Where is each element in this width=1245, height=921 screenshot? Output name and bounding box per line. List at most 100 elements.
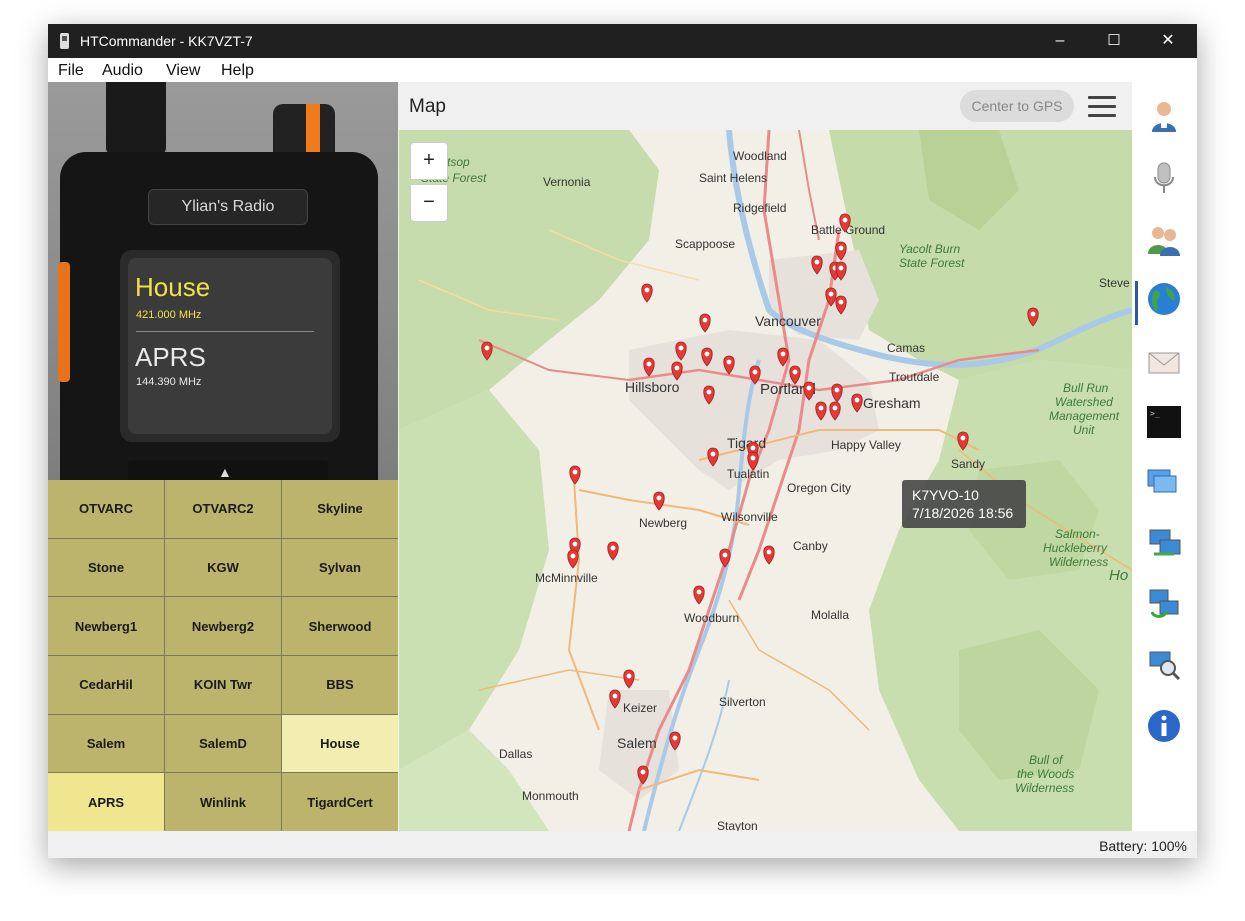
- map-panel: Map Center to GPS Woodland Saint Helens …: [399, 82, 1132, 831]
- maximize-button[interactable]: ☐: [1091, 24, 1137, 58]
- knob-accent: [306, 104, 320, 156]
- channel-button[interactable]: Sherwood: [282, 597, 398, 655]
- station-marker-dot: [766, 549, 772, 555]
- network-search-icon[interactable]: [1146, 646, 1182, 682]
- place-label: Ridgefield: [733, 201, 786, 215]
- channel-button[interactable]: Stone: [48, 538, 164, 597]
- place-label: Hillsboro: [625, 379, 680, 395]
- menu-file[interactable]: File: [58, 62, 84, 80]
- zoom-out-button[interactable]: −: [410, 184, 448, 222]
- channel-button[interactable]: BBS: [282, 656, 398, 714]
- channel-button[interactable]: Newberg2: [165, 597, 281, 655]
- window-title: HTCommander - KK7VZT-7: [80, 33, 253, 49]
- place-label: Wilsonville: [721, 510, 778, 524]
- station-marker-dot: [626, 673, 632, 679]
- place-label: Tualatin: [727, 467, 769, 481]
- area-label: Huckleberry: [1043, 541, 1108, 555]
- zoom-in-button[interactable]: +: [410, 142, 448, 180]
- place-label: McMinnville: [535, 571, 598, 585]
- selected-indicator: [1135, 281, 1138, 325]
- up-arrow-icon[interactable]: ▲: [218, 464, 232, 480]
- center-gps-button[interactable]: Center to GPS: [960, 90, 1074, 122]
- channel-a-frequency: 421.000 MHz: [136, 309, 202, 321]
- ptt-button[interactable]: [58, 262, 70, 382]
- users-icon[interactable]: [1146, 222, 1182, 258]
- channel-button-selected-b[interactable]: APRS: [48, 773, 164, 831]
- station-marker-dot: [828, 291, 834, 297]
- menu-bar: File Audio View Help: [48, 58, 1197, 82]
- station-marker-dot: [704, 351, 710, 357]
- station-marker-dot: [792, 369, 798, 375]
- place-label: Tigard: [727, 435, 766, 451]
- terminal-icon[interactable]: >_: [1146, 404, 1182, 440]
- channel-button[interactable]: Winlink: [165, 773, 281, 831]
- station-marker-dot: [572, 469, 578, 475]
- station-marker-dot: [838, 299, 844, 305]
- station-marker-dot: [750, 455, 756, 461]
- network-sync-icon[interactable]: [1146, 584, 1182, 620]
- minimize-button[interactable]: –: [1037, 24, 1083, 58]
- menu-audio[interactable]: Audio: [102, 62, 143, 80]
- station-marker-dot: [610, 545, 616, 551]
- station-marker-dot: [570, 553, 576, 559]
- lcd-divider: [136, 331, 314, 332]
- radio-knob[interactable]: [273, 104, 335, 156]
- channel-button[interactable]: Salem: [48, 714, 164, 773]
- station-tooltip: K7YVO-10 7/18/2026 18:56: [902, 480, 1026, 528]
- station-marker-dot: [646, 361, 652, 367]
- place-label: Molalla: [811, 608, 849, 622]
- channel-b-frequency: 144.390 MHz: [136, 376, 202, 388]
- close-button[interactable]: ✕: [1145, 24, 1191, 58]
- place-label: Vernonia: [543, 175, 591, 189]
- station-marker-dot: [960, 435, 966, 441]
- globe-icon[interactable]: [1146, 281, 1182, 317]
- radio-name-plate: Ylian's Radio: [148, 189, 308, 225]
- place-label: Saint Helens: [699, 171, 767, 185]
- channel-button[interactable]: KOIN Twr: [165, 656, 281, 714]
- channel-button[interactable]: Skyline: [282, 480, 398, 538]
- channel-button[interactable]: KGW: [165, 538, 281, 597]
- station-marker-dot: [854, 397, 860, 403]
- right-sidebar: >_: [1132, 82, 1197, 831]
- area-label: Wilderness: [1049, 555, 1108, 569]
- station-marker-dot: [674, 365, 680, 371]
- channel-button[interactable]: OTVARC: [48, 480, 164, 538]
- info-icon[interactable]: [1146, 708, 1182, 744]
- menu-help[interactable]: Help: [221, 62, 254, 80]
- place-label: Troutdale: [889, 370, 940, 384]
- channel-button-selected-a[interactable]: House: [282, 714, 398, 773]
- map-view[interactable]: Woodland Saint Helens Vernonia Ridgefiel…: [399, 130, 1132, 831]
- channel-button[interactable]: CedarHil: [48, 656, 164, 714]
- station-marker-dot: [706, 389, 712, 395]
- contacts-icon[interactable]: [1146, 98, 1182, 134]
- station-marker-dot: [726, 359, 732, 365]
- channel-button[interactable]: Sylvan: [282, 538, 398, 597]
- place-label: Silverton: [719, 695, 766, 709]
- radio-app-icon: [60, 33, 69, 49]
- station-marker-dot: [572, 541, 578, 547]
- station-marker-dot: [710, 451, 716, 457]
- area-label: Bull of: [1029, 753, 1064, 767]
- area-label: Wilderness: [1015, 781, 1074, 795]
- station-marker-dot: [818, 405, 824, 411]
- place-label: Camas: [887, 341, 925, 355]
- area-label: Management: [1049, 409, 1120, 423]
- place-label: Dallas: [499, 747, 532, 761]
- station-marker-dot: [834, 387, 840, 393]
- channel-button[interactable]: OTVARC2: [165, 480, 281, 538]
- channel-a-name: House: [135, 272, 211, 302]
- channel-button[interactable]: TigardCert: [282, 773, 398, 831]
- station-marker-dot: [702, 317, 708, 323]
- station-marker-dot: [780, 351, 786, 357]
- station-marker-dot: [814, 259, 820, 265]
- channel-grid: OTVARC OTVARC2 Skyline Stone KGW Sylvan …: [48, 480, 398, 831]
- microphone-icon[interactable]: [1146, 160, 1182, 196]
- hamburger-menu-icon[interactable]: [1088, 96, 1116, 118]
- windows-icon[interactable]: [1146, 464, 1182, 500]
- mail-icon[interactable]: [1146, 344, 1182, 380]
- channel-button[interactable]: Newberg1: [48, 597, 164, 655]
- channel-button[interactable]: SalemD: [165, 714, 281, 773]
- network-icon[interactable]: [1146, 524, 1182, 560]
- menu-view[interactable]: View: [166, 62, 200, 80]
- area-label: Bull Run: [1063, 381, 1109, 395]
